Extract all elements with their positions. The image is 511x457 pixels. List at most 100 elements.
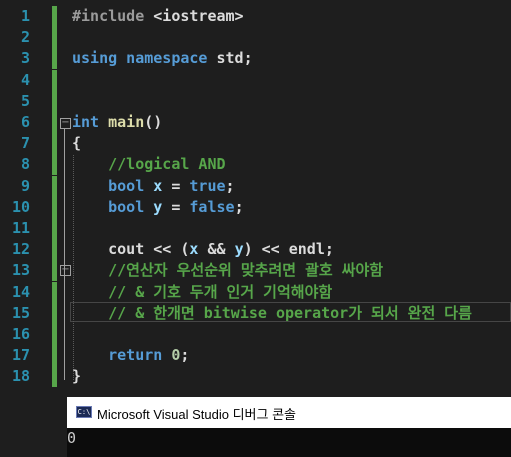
console-title-bar[interactable]: C:\ Microsoft Visual Studio 디버그 콘솔 bbox=[67, 397, 511, 428]
line-number: 4 bbox=[20, 71, 30, 89]
code-token: #include bbox=[72, 7, 154, 25]
code-line[interactable]: 13 //연산자 우선순위 맞추려면 괄호 싸야함 bbox=[0, 260, 511, 281]
code-token: // & 기호 두개 인거 기억해야함 bbox=[108, 283, 333, 301]
change-marker bbox=[52, 48, 57, 69]
change-marker bbox=[52, 197, 57, 218]
change-marker bbox=[52, 133, 57, 154]
change-marker bbox=[52, 154, 57, 175]
code-token: cout << ( bbox=[72, 240, 190, 258]
change-marker bbox=[52, 27, 57, 48]
code-token: using namespace bbox=[72, 49, 217, 67]
code-token: return bbox=[108, 346, 172, 364]
line-number: 1 bbox=[20, 7, 30, 25]
code-text: bool x = true; bbox=[72, 176, 235, 197]
code-text: // & 한개면 bitwise operator가 되서 완전 다름 bbox=[72, 303, 472, 324]
line-number: 10 bbox=[11, 198, 30, 216]
line-number: 15 bbox=[11, 304, 30, 322]
code-text: using namespace std; bbox=[72, 48, 253, 69]
code-token: std; bbox=[216, 49, 253, 67]
line-number: 16 bbox=[11, 325, 30, 343]
code-line[interactable]: 11 bbox=[0, 218, 511, 239]
code-token: main bbox=[108, 113, 145, 131]
change-marker bbox=[52, 324, 57, 345]
code-token: () bbox=[144, 113, 163, 131]
change-marker bbox=[52, 6, 57, 27]
line-number: 11 bbox=[11, 219, 30, 237]
code-token: = bbox=[162, 198, 190, 216]
code-line[interactable]: 16 bbox=[0, 324, 511, 345]
code-line[interactable]: 4 bbox=[0, 70, 511, 91]
code-text: cout << (x && y) << endl; bbox=[72, 239, 334, 260]
change-marker bbox=[52, 239, 57, 260]
code-token: ; bbox=[234, 198, 244, 216]
code-token: x bbox=[153, 177, 163, 195]
code-editor[interactable]: − − 1 #include <iostream> 2 3 using namespac… bbox=[0, 0, 511, 397]
line-number: 12 bbox=[11, 240, 30, 258]
code-token: ; bbox=[180, 346, 190, 364]
code-text: bool y = false; bbox=[72, 197, 244, 218]
code-line[interactable]: 7{ bbox=[0, 133, 511, 154]
change-marker bbox=[52, 366, 57, 387]
change-marker bbox=[52, 176, 57, 197]
code-token: } bbox=[72, 367, 82, 385]
code-line[interactable]: 14 // & 기호 두개 인거 기억해야함 bbox=[0, 282, 511, 303]
line-number: 14 bbox=[11, 283, 30, 301]
line-number: 13 bbox=[11, 261, 30, 279]
code-text: { bbox=[72, 133, 81, 154]
console-title: Microsoft Visual Studio 디버그 콘솔 bbox=[97, 407, 297, 422]
change-marker bbox=[52, 112, 57, 133]
code-line[interactable]: 9 bool x = true; bbox=[0, 176, 511, 197]
code-text: // & 기호 두개 인거 기억해야함 bbox=[72, 282, 332, 303]
code-token: bool bbox=[108, 177, 154, 195]
code-token: bool bbox=[108, 198, 154, 216]
code-line[interactable]: 8 //logical AND bbox=[0, 154, 511, 175]
code-token: ) << endl; bbox=[243, 240, 334, 258]
change-marker bbox=[52, 303, 57, 324]
console-window-icon: C:\ bbox=[76, 406, 92, 418]
debug-console-window[interactable]: C:\ Microsoft Visual Studio 디버그 콘솔 0 bbox=[67, 397, 511, 457]
line-number: 8 bbox=[20, 155, 30, 173]
change-marker bbox=[52, 260, 57, 281]
code-token: && bbox=[198, 240, 235, 258]
change-marker bbox=[52, 70, 57, 91]
code-token: y bbox=[153, 198, 163, 216]
code-text: return 0; bbox=[72, 345, 189, 366]
code-token: int bbox=[72, 113, 109, 131]
code-token: //연산자 우선순위 맞추려면 괄호 싸야함 bbox=[108, 261, 384, 279]
code-line[interactable]: 6 int main() bbox=[0, 112, 511, 133]
code-token: { bbox=[72, 134, 82, 152]
code-line[interactable]: 3 using namespace std; bbox=[0, 48, 511, 69]
code-line[interactable]: 2 bbox=[0, 27, 511, 48]
code-token: false bbox=[189, 198, 235, 216]
console-output: 0 bbox=[67, 429, 77, 447]
code-line[interactable]: 15 // & 한개면 bitwise operator가 되서 완전 다름 bbox=[0, 303, 511, 324]
code-line[interactable]: 5 bbox=[0, 91, 511, 112]
code-line[interactable]: 17 return 0; bbox=[0, 345, 511, 366]
code-text: //연산자 우선순위 맞추려면 괄호 싸야함 bbox=[72, 260, 383, 281]
code-token: <iostream> bbox=[153, 7, 244, 25]
code-line[interactable]: 10 bool y = false; bbox=[0, 197, 511, 218]
change-marker bbox=[52, 345, 57, 366]
code-token: ; bbox=[225, 177, 235, 195]
code-text: } bbox=[72, 366, 81, 387]
code-line[interactable]: 1 #include <iostream> bbox=[0, 6, 511, 27]
code-line[interactable]: 18} bbox=[0, 366, 511, 387]
change-marker bbox=[52, 282, 57, 303]
code-text: int main() bbox=[72, 112, 162, 133]
code-token: = bbox=[162, 177, 190, 195]
code-token: y bbox=[234, 240, 244, 258]
code-text: #include <iostream> bbox=[72, 6, 244, 27]
line-number: 5 bbox=[20, 92, 30, 110]
code-line[interactable]: 12 cout << (x && y) << endl; bbox=[0, 239, 511, 260]
line-number: 18 bbox=[11, 367, 30, 385]
code-token: // & 한개면 bitwise operator가 되서 완전 다름 bbox=[108, 304, 472, 322]
line-number: 9 bbox=[20, 177, 30, 195]
line-number: 17 bbox=[11, 346, 30, 364]
line-number: 6 bbox=[20, 113, 30, 131]
